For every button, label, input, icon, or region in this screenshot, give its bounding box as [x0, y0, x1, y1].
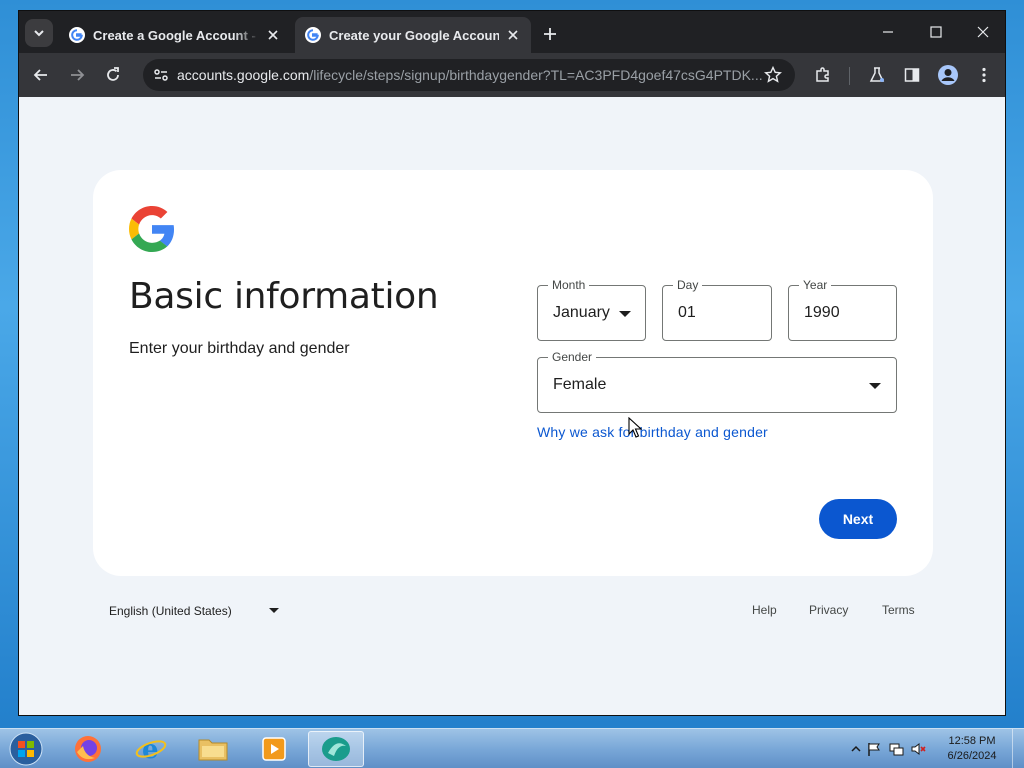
windows-taskbar: e 12:58 PM 6/26/2024: [0, 728, 1024, 768]
why-we-ask-link[interactable]: Why we ask for birthday and gender: [537, 424, 768, 440]
address-bar[interactable]: accounts.google.com/lifecycle/steps/sign…: [143, 59, 795, 91]
mouse-cursor-icon: [628, 417, 642, 438]
back-button[interactable]: [29, 63, 53, 87]
menu-button[interactable]: [972, 63, 996, 87]
firefox-icon: [75, 736, 101, 762]
reload-button[interactable]: [101, 63, 125, 87]
bookmark-star-icon[interactable]: [763, 65, 783, 85]
dropdown-arrow-icon: [869, 383, 881, 389]
close-icon[interactable]: [505, 27, 521, 43]
arrow-left-icon: [33, 69, 47, 81]
labs-button[interactable]: [865, 63, 889, 87]
system-clock[interactable]: 12:58 PM 6/26/2024: [942, 734, 1002, 764]
close-icon[interactable]: [265, 27, 281, 43]
profile-avatar-icon: [938, 65, 958, 85]
forward-button[interactable]: [65, 63, 89, 87]
clock-time: 12:58 PM: [948, 735, 996, 747]
start-button[interactable]: [6, 731, 46, 767]
taskbar-file-explorer[interactable]: [185, 731, 241, 767]
extensions-button[interactable]: [811, 63, 835, 87]
media-player-icon: [262, 737, 286, 761]
site-info-icon[interactable]: [151, 65, 171, 85]
url-host: accounts.google.com: [177, 67, 310, 83]
day-input[interactable]: Day 01: [662, 278, 772, 341]
network-icon[interactable]: [888, 741, 904, 757]
month-label: Month: [548, 278, 590, 292]
month-value: January: [553, 304, 610, 321]
show-desktop-button[interactable]: [1012, 729, 1024, 768]
page-footer: English (United States) Help Privacy Ter…: [93, 599, 933, 623]
browser-app-icon: [322, 737, 350, 761]
side-panel-button[interactable]: [900, 63, 924, 87]
page-viewport: Basic information Enter your birthday an…: [19, 97, 1005, 715]
day-label: Day: [673, 278, 703, 292]
chevron-down-icon: [34, 30, 44, 37]
tab-create-your-google-account[interactable]: Create your Google Account: [295, 17, 531, 53]
taskbar-media-player[interactable]: [246, 731, 302, 767]
profile-button[interactable]: [936, 63, 960, 87]
year-input[interactable]: Year 1990: [788, 278, 897, 341]
taskbar-internet-explorer[interactable]: e: [123, 731, 179, 767]
dropdown-arrow-icon: [619, 311, 631, 317]
tab-create-google-account[interactable]: Create a Google Account - Google: [59, 17, 291, 53]
gender-select[interactable]: Gender Female: [537, 350, 897, 413]
tab-title: Create your Google Account: [329, 27, 499, 43]
browser-window: Create a Google Account - Google Create …: [18, 10, 1006, 716]
minimize-icon[interactable]: [877, 21, 899, 43]
system-tray: 12:58 PM 6/26/2024: [840, 729, 1024, 768]
browser-toolbar: accounts.google.com/lifecycle/steps/sign…: [19, 53, 1005, 97]
gender-label: Gender: [548, 350, 597, 364]
arrow-right-icon: [71, 69, 85, 81]
side-panel-icon: [904, 68, 920, 82]
folder-icon: [198, 739, 228, 761]
dropdown-arrow-icon: [269, 608, 279, 613]
language-select[interactable]: English (United States): [109, 599, 279, 623]
year-label: Year: [799, 278, 832, 292]
action-center-flag-icon[interactable]: [866, 741, 882, 757]
page-title: Basic information: [129, 276, 439, 317]
google-logo-icon: [129, 206, 175, 252]
google-favicon-icon: [305, 27, 321, 43]
windows-logo-icon: [9, 732, 43, 766]
svg-text:e: e: [142, 735, 159, 765]
internet-explorer-icon: e: [135, 735, 167, 765]
terms-link[interactable]: Terms: [882, 603, 915, 617]
volume-muted-icon[interactable]: [910, 741, 926, 757]
taskbar-firefox[interactable]: [60, 731, 116, 767]
language-value: English (United States): [109, 604, 232, 618]
day-value: 01: [678, 304, 696, 321]
year-value: 1990: [804, 304, 840, 321]
show-hidden-icons-icon[interactable]: [848, 741, 864, 757]
more-vertical-icon: [982, 67, 986, 83]
gender-value: Female: [553, 376, 607, 393]
tab-strip: Create a Google Account - Google Create …: [19, 11, 1005, 53]
close-window-icon[interactable]: [972, 21, 994, 43]
help-link[interactable]: Help: [752, 603, 777, 617]
maximize-icon[interactable]: [925, 21, 947, 43]
next-button[interactable]: Next: [819, 499, 897, 539]
taskbar-active-app[interactable]: [308, 731, 364, 767]
google-favicon-icon: [69, 27, 85, 43]
url-path: /lifecycle/steps/signup/birthdaygender?T…: [309, 67, 763, 83]
month-select[interactable]: Month January: [537, 278, 646, 341]
flask-icon: [869, 67, 885, 82]
tab-search-button[interactable]: [25, 19, 53, 47]
reload-icon: [107, 67, 119, 81]
tab-title: Create a Google Account - Google: [93, 27, 259, 43]
page-subtitle: Enter your birthday and gender: [129, 340, 350, 357]
privacy-link[interactable]: Privacy: [809, 603, 848, 617]
new-tab-plus-icon[interactable]: [539, 23, 561, 45]
signup-card: Basic information Enter your birthday an…: [93, 170, 933, 576]
toolbar-divider: [849, 67, 850, 85]
url-text[interactable]: accounts.google.com/lifecycle/steps/sign…: [177, 67, 763, 83]
puzzle-piece-icon: [816, 67, 829, 82]
clock-date: 6/26/2024: [947, 750, 997, 762]
